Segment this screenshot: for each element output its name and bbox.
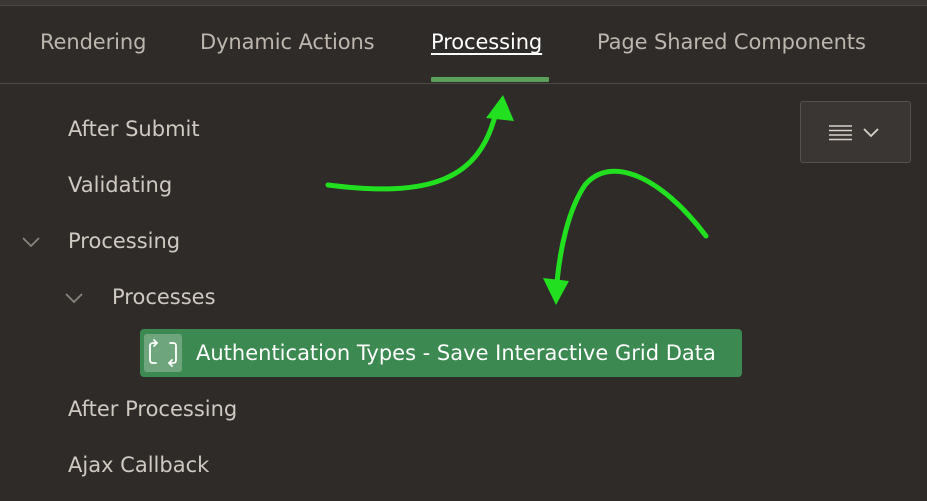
expand-processing-chevron-icon[interactable] <box>20 231 42 253</box>
chevron-down-icon <box>863 128 879 138</box>
tree-node-selected-process[interactable]: Authentication Types - Save Interactive … <box>140 329 742 377</box>
tree-node-after-submit[interactable]: After Submit <box>68 117 200 141</box>
expand-processes-chevron-icon[interactable] <box>63 287 85 309</box>
tree-node-processing[interactable]: Processing <box>68 229 180 253</box>
tab-bar: Rendering Dynamic Actions Processing Pag… <box>0 0 927 84</box>
tree-node-ajax-callback[interactable]: Ajax Callback <box>68 453 209 477</box>
tab-dynamic-actions[interactable]: Dynamic Actions <box>200 30 375 54</box>
tree-node-validating[interactable]: Validating <box>68 173 172 197</box>
arrow-to-selected-process <box>543 168 709 305</box>
tab-page-shared-components[interactable]: Page Shared Components <box>597 30 866 54</box>
selected-process-label: Authentication Types - Save Interactive … <box>196 341 716 365</box>
tree-menu-button[interactable] <box>800 101 911 163</box>
tree-node-processes[interactable]: Processes <box>112 285 216 309</box>
tab-rendering[interactable]: Rendering <box>40 30 146 54</box>
active-tab-indicator <box>431 77 549 82</box>
tab-processing[interactable]: Processing <box>431 30 542 54</box>
process-refresh-icon <box>144 334 182 372</box>
arrow-to-processing-tab <box>325 95 514 192</box>
tree-node-after-processing[interactable]: After Processing <box>68 397 237 421</box>
